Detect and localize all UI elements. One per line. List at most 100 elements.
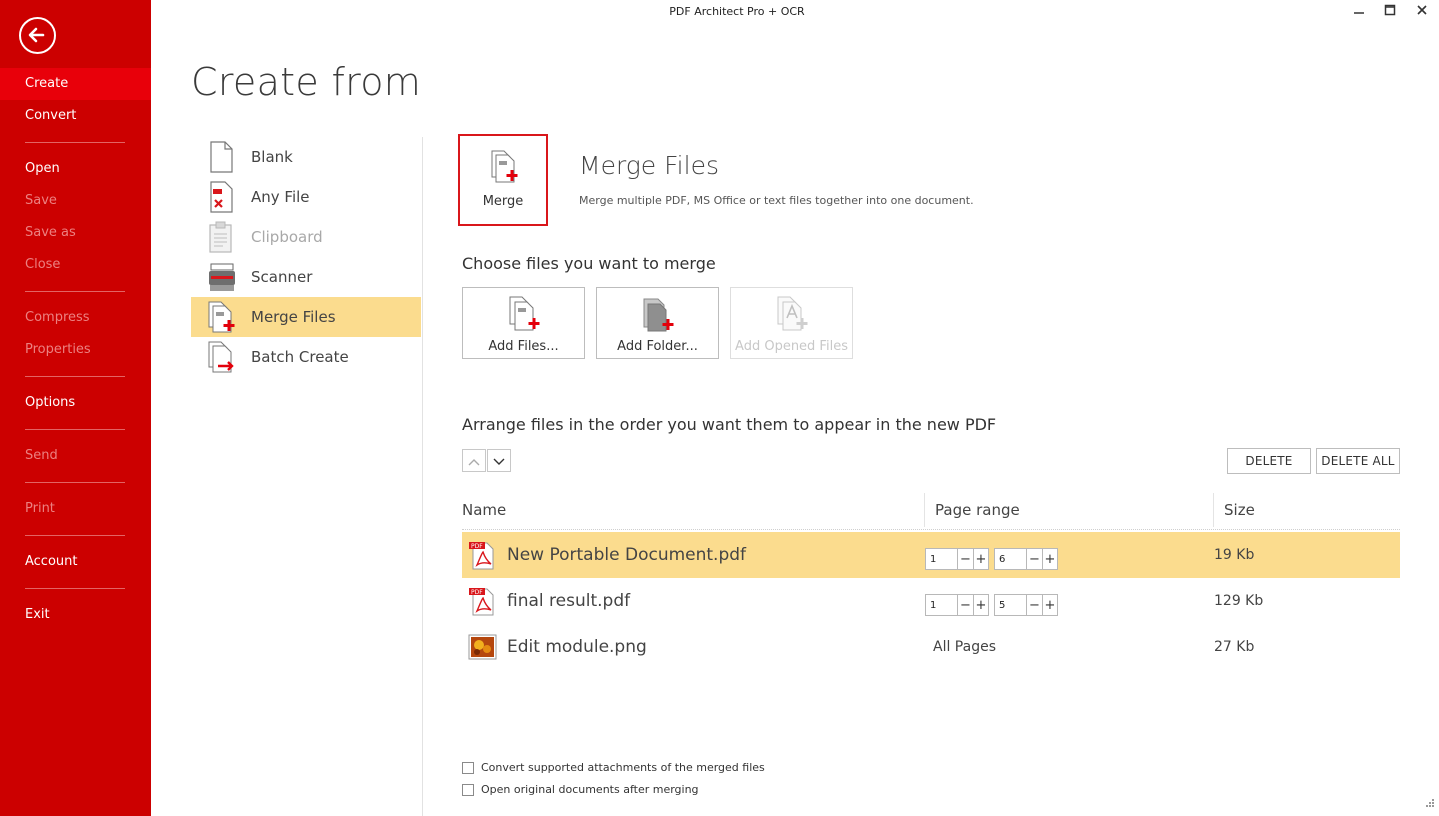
page-range-to[interactable]: 5 − + <box>994 594 1058 616</box>
sidebar-item-account[interactable]: Account <box>0 546 151 578</box>
file-name: Edit module.png <box>507 637 647 657</box>
move-up-button[interactable] <box>462 449 486 472</box>
page-range-to-value[interactable]: 5 <box>995 595 1027 615</box>
checkbox-box[interactable] <box>462 783 474 796</box>
pdf-file-icon: PDF <box>467 586 497 616</box>
increment-button[interactable]: + <box>973 549 988 569</box>
batch-create-icon <box>207 341 235 373</box>
source-item-any-file[interactable]: Any File <box>191 177 421 217</box>
decrement-button[interactable]: − <box>1027 549 1042 569</box>
merge-files-icon <box>207 301 235 333</box>
source-item-merge-files[interactable]: Merge Files <box>191 297 421 337</box>
source-item-label: Blank <box>251 148 293 166</box>
table-row[interactable]: PDF New Portable Document.pdf 1 − + 6 − … <box>462 532 1400 578</box>
chevron-up-icon <box>468 451 480 470</box>
add-opened-files-label: Add Opened Files <box>735 339 848 354</box>
source-item-batch-create[interactable]: Batch Create <box>191 337 421 377</box>
scanner-icon <box>207 261 235 293</box>
create-source-list: Blank Any File Clipboard Scanner Merge F… <box>191 137 421 377</box>
checkbox-box[interactable] <box>462 761 474 774</box>
sidebar-divider <box>25 291 125 292</box>
chevron-down-icon <box>493 451 505 470</box>
file-name: New Portable Document.pdf <box>507 545 747 565</box>
add-files-label: Add Files... <box>488 339 559 354</box>
merge-description: Merge multiple PDF, MS Office or text fi… <box>579 194 974 207</box>
sidebar-divider <box>25 588 125 589</box>
open-original-checkbox[interactable]: Open original documents after merging <box>462 783 699 796</box>
page-range-to-value[interactable]: 6 <box>995 549 1027 569</box>
resize-grip-icon[interactable] <box>1425 793 1435 812</box>
decrement-button[interactable]: − <box>958 595 973 615</box>
page-range-from-value[interactable]: 1 <box>926 549 958 569</box>
merge-button[interactable]: Merge <box>458 134 548 226</box>
column-divider <box>1213 493 1214 527</box>
column-header-page-range[interactable]: Page range <box>935 501 1020 519</box>
increment-button[interactable]: + <box>1042 549 1057 569</box>
source-item-blank[interactable]: Blank <box>191 137 421 177</box>
source-item-label: Batch Create <box>251 348 349 366</box>
delete-button[interactable]: DELETE <box>1227 448 1311 474</box>
minimize-icon[interactable] <box>1343 0 1375 20</box>
add-folder-label: Add Folder... <box>617 339 698 354</box>
image-file-icon <box>467 632 497 662</box>
sidebar-divider <box>25 376 125 377</box>
page-range-text: All Pages <box>933 639 996 655</box>
clipboard-icon <box>207 221 235 253</box>
checkbox-label: Convert supported attachments of the mer… <box>481 761 765 774</box>
maximize-icon[interactable] <box>1374 0 1406 20</box>
sidebar-item-compress: Compress <box>25 310 90 325</box>
file-size: 19 Kb <box>1214 547 1255 563</box>
page-range-from-value[interactable]: 1 <box>926 595 958 615</box>
column-header-name[interactable]: Name <box>462 501 506 519</box>
add-folder-button[interactable]: Add Folder... <box>596 287 719 359</box>
sidebar-item-print: Print <box>25 501 55 516</box>
sidebar-item-options[interactable]: Options <box>0 387 151 419</box>
column-header-size[interactable]: Size <box>1224 501 1255 519</box>
increment-button[interactable]: + <box>1042 595 1057 615</box>
add-files-button[interactable]: Add Files... <box>462 287 585 359</box>
decrement-button[interactable]: − <box>958 549 973 569</box>
sidebar-divider <box>25 142 125 143</box>
window-title: PDF Architect Pro + OCR <box>669 5 805 18</box>
sidebar-item-open[interactable]: Open <box>0 153 151 185</box>
svg-text:PDF: PDF <box>471 589 483 596</box>
decrement-button[interactable]: − <box>1027 595 1042 615</box>
source-item-label: Merge Files <box>251 308 336 326</box>
move-down-button[interactable] <box>487 449 511 472</box>
increment-button[interactable]: + <box>973 595 988 615</box>
add-opened-files-icon <box>775 296 809 338</box>
page-title: Create from <box>191 60 422 104</box>
panel-divider <box>422 137 423 816</box>
sidebar-item-save-as: Save as <box>25 225 76 240</box>
sidebar-divider <box>25 482 125 483</box>
convert-attachments-checkbox[interactable]: Convert supported attachments of the mer… <box>462 761 765 774</box>
source-item-scanner[interactable]: Scanner <box>191 257 421 297</box>
sidebar-item-send: Send <box>25 448 58 463</box>
page-range-to[interactable]: 6 − + <box>994 548 1058 570</box>
file-name: final result.pdf <box>507 591 631 611</box>
table-row[interactable]: Edit module.png All Pages 27 Kb <box>462 624 1400 670</box>
page-range-from[interactable]: 1 − + <box>925 594 989 616</box>
sidebar-item-save: Save <box>25 193 57 208</box>
merge-files-icon <box>490 150 520 188</box>
svg-text:PDF: PDF <box>471 543 483 550</box>
source-item-label: Scanner <box>251 268 313 286</box>
pdf-file-icon: PDF <box>467 540 497 570</box>
add-opened-files-button: Add Opened Files <box>730 287 853 359</box>
checkbox-label: Open original documents after merging <box>481 783 699 796</box>
back-arrow-icon[interactable] <box>19 17 56 54</box>
close-icon[interactable] <box>1406 0 1438 20</box>
sidebar-item-create[interactable]: Create <box>0 68 151 100</box>
arrange-files-heading: Arrange files in the order you want them… <box>462 415 997 434</box>
source-item-label: Any File <box>251 188 310 206</box>
sidebar-item-convert[interactable]: Convert <box>0 100 151 132</box>
backstage-sidebar: Create Convert Open Save Save as Close C… <box>0 0 151 816</box>
column-divider <box>924 493 925 527</box>
table-row[interactable]: PDF final result.pdf 1 − + 5 − + 129 Kb <box>462 578 1400 624</box>
any-file-icon <box>207 181 235 213</box>
sidebar-item-properties: Properties <box>25 342 91 357</box>
page-range-from[interactable]: 1 − + <box>925 548 989 570</box>
sidebar-item-exit[interactable]: Exit <box>0 599 151 631</box>
delete-all-button[interactable]: DELETE ALL <box>1316 448 1400 474</box>
file-size: 27 Kb <box>1214 639 1255 655</box>
